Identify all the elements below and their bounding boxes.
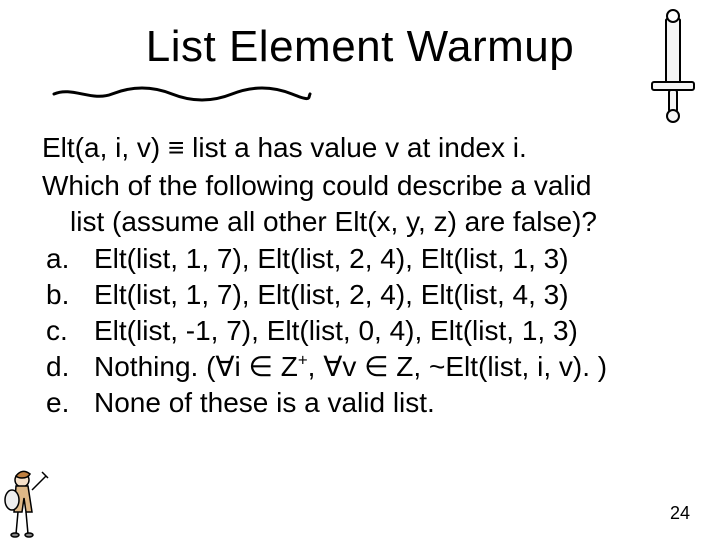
slide: List Element Warmup Elt(a, i, v) ≡ list … — [0, 0, 720, 540]
sword-icon — [638, 6, 708, 126]
option-text: Elt(list, -1, 7), Elt(list, 0, 4), Elt(l… — [94, 313, 678, 349]
option-text: Nothing. (∀i ∈ Z+, ∀v ∈ Z, ~Elt(list, i,… — [94, 349, 678, 385]
option-a: a. Elt(list, 1, 7), Elt(list, 2, 4), Elt… — [42, 241, 678, 277]
squiggle-underline-icon — [52, 82, 312, 104]
question-text: Which of the following could describe a … — [42, 168, 678, 240]
option-e: e. None of these is a valid list. — [42, 385, 678, 421]
option-b: b. Elt(list, 1, 7), Elt(list, 2, 4), Elt… — [42, 277, 678, 313]
option-text: None of these is a valid list. — [94, 385, 678, 421]
option-letter: c. — [42, 313, 94, 349]
option-text: Elt(list, 1, 7), Elt(list, 2, 4), Elt(li… — [94, 241, 678, 277]
definition-line: Elt(a, i, v) ≡ list a has value v at ind… — [42, 130, 678, 166]
option-letter: b. — [42, 277, 94, 313]
warrior-figure-icon — [2, 468, 50, 538]
option-d: d. Nothing. (∀i ∈ Z+, ∀v ∈ Z, ~Elt(list,… — [42, 349, 678, 385]
option-text: Elt(list, 1, 7), Elt(list, 2, 4), Elt(li… — [94, 277, 678, 313]
option-letter: a. — [42, 241, 94, 277]
question-line2: list (assume all other Elt(x, y, z) are … — [42, 204, 678, 240]
options-list: a. Elt(list, 1, 7), Elt(list, 2, 4), Elt… — [42, 241, 678, 420]
page-title: List Element Warmup — [0, 22, 720, 72]
option-letter: d. — [42, 349, 94, 385]
question-line1: Which of the following could describe a … — [42, 170, 591, 201]
body-text: Elt(a, i, v) ≡ list a has value v at ind… — [42, 130, 678, 421]
option-letter: e. — [42, 385, 94, 421]
page-number: 24 — [670, 503, 690, 524]
option-c: c. Elt(list, -1, 7), Elt(list, 0, 4), El… — [42, 313, 678, 349]
